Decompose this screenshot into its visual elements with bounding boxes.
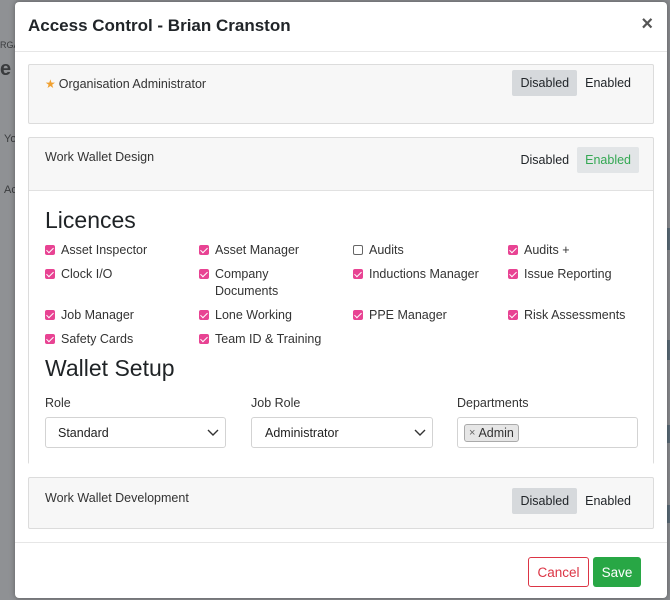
card-title: Work Wallet Development <box>45 491 189 505</box>
checkbox-checked-icon[interactable] <box>199 310 209 320</box>
checkbox-unchecked-icon[interactable] <box>353 245 363 255</box>
checkbox-checked-icon[interactable] <box>508 269 518 279</box>
role-select[interactable]: Standard <box>45 417 226 448</box>
department-tag-label: Admin <box>478 425 514 440</box>
checkbox-checked-icon[interactable] <box>353 269 363 279</box>
org-admin-toggle: Disabled Enabled <box>512 70 639 96</box>
development-enabled-option[interactable]: Enabled <box>577 488 639 514</box>
checkbox-checked-icon[interactable] <box>199 269 209 279</box>
card-title-text: Organisation Administrator <box>58 77 207 91</box>
card-title: Work Wallet Design <box>45 150 155 164</box>
checkbox-checked-icon[interactable] <box>353 310 363 320</box>
org-admin-enabled-option[interactable]: Enabled <box>577 70 639 96</box>
modal-title: Access Control - Brian Cranston <box>28 16 291 35</box>
role-select-value: Standard <box>58 425 109 440</box>
licence-checkbox[interactable]: Audits <box>353 242 503 259</box>
chevron-down-icon <box>207 429 219 436</box>
development-toggle: Disabled Enabled <box>512 488 639 514</box>
job-role-select[interactable]: Administrator <box>251 417 433 448</box>
checkbox-checked-icon[interactable] <box>45 269 55 279</box>
licence-checkbox[interactable]: Safety Cards <box>45 331 195 348</box>
checkbox-checked-icon[interactable] <box>199 245 209 255</box>
tag-remove-icon[interactable]: × <box>469 427 475 439</box>
licence-checkbox[interactable]: Risk Assessments <box>508 307 658 324</box>
licence-label: Job Manager <box>61 308 134 322</box>
licence-checkbox[interactable]: Asset Manager <box>199 242 349 259</box>
modal-header: Access Control - Brian Cranston × <box>15 2 667 52</box>
licence-label: Inductions Manager <box>369 267 479 281</box>
licence-checkbox[interactable]: Job Manager <box>45 307 195 324</box>
background-left-strip <box>0 0 16 600</box>
licence-label: Risk Assessments <box>524 308 626 322</box>
checkbox-checked-icon[interactable] <box>45 245 55 255</box>
departments-label: Departments <box>457 396 529 410</box>
departments-multiselect[interactable]: × Admin <box>457 417 638 448</box>
licence-checkbox[interactable]: Clock I/O <box>45 266 195 283</box>
licence-checkbox[interactable]: Company Documents <box>199 266 299 300</box>
checkbox-checked-icon[interactable] <box>508 245 518 255</box>
access-control-modal: Access Control - Brian Cranston × ★ Organ… <box>15 2 667 598</box>
job-role-select-value: Administrator <box>265 425 339 440</box>
checkbox-checked-icon[interactable] <box>199 334 209 344</box>
wallet-setup-heading: Wallet Setup <box>45 355 175 381</box>
licences-heading: Licences <box>45 207 136 233</box>
star-icon: ★ <box>45 77 56 91</box>
card-organisation-administrator: ★ Organisation Administrator Disabled Ena… <box>28 64 654 124</box>
licence-label: Asset Manager <box>215 243 300 257</box>
role-label: Role <box>45 396 71 410</box>
licence-label: Company Documents <box>215 267 279 298</box>
close-button[interactable]: × <box>641 14 653 34</box>
licence-label: Audits + <box>524 243 570 257</box>
licence-label: Asset Inspector <box>61 243 148 257</box>
department-tag: × Admin <box>464 423 519 442</box>
licence-checkbox[interactable]: Asset Inspector <box>45 242 195 259</box>
development-disabled-option[interactable]: Disabled <box>512 488 578 514</box>
org-admin-disabled-option[interactable]: Disabled <box>512 70 578 96</box>
cancel-button[interactable]: Cancel <box>528 557 589 587</box>
licence-label: PPE Manager <box>369 308 447 322</box>
design-enabled-option[interactable]: Enabled <box>577 147 639 173</box>
licence-label: Safety Cards <box>61 332 134 346</box>
background-text: e <box>0 58 12 80</box>
licence-checkbox[interactable]: Issue Reporting <box>508 266 658 283</box>
checkbox-checked-icon[interactable] <box>45 310 55 320</box>
licence-label: Lone Working <box>215 308 292 322</box>
licence-checkbox[interactable]: Audits + <box>508 242 658 259</box>
licence-label: Issue Reporting <box>524 267 612 281</box>
card-body: Licences Asset Inspector Asset Manager A… <box>29 190 653 464</box>
design-toggle: Disabled Enabled <box>512 147 639 173</box>
licence-checkbox[interactable]: PPE Manager <box>353 307 503 324</box>
modal-footer: Cancel Save <box>15 542 667 598</box>
design-disabled-option[interactable]: Disabled <box>512 147 577 173</box>
chevron-down-icon <box>414 429 426 436</box>
card-work-wallet-design: Work Wallet Design Disabled Enabled Lice… <box>28 137 654 464</box>
job-role-label: Job Role <box>251 396 301 410</box>
licence-checkbox[interactable]: Team ID & Training <box>199 331 349 348</box>
save-button[interactable]: Save <box>593 557 641 587</box>
checkbox-checked-icon[interactable] <box>45 334 55 344</box>
licence-checkbox[interactable]: Lone Working <box>199 307 349 324</box>
licence-checkbox[interactable]: Inductions Manager <box>353 266 503 283</box>
licence-label: Clock I/O <box>61 267 113 281</box>
card-work-wallet-development: Work Wallet Development Disabled Enabled <box>28 477 654 529</box>
checkbox-checked-icon[interactable] <box>508 310 518 320</box>
licence-label: Audits <box>369 243 404 257</box>
licence-label: Team ID & Training <box>215 332 322 346</box>
card-title: ★ Organisation Administrator <box>45 77 206 91</box>
